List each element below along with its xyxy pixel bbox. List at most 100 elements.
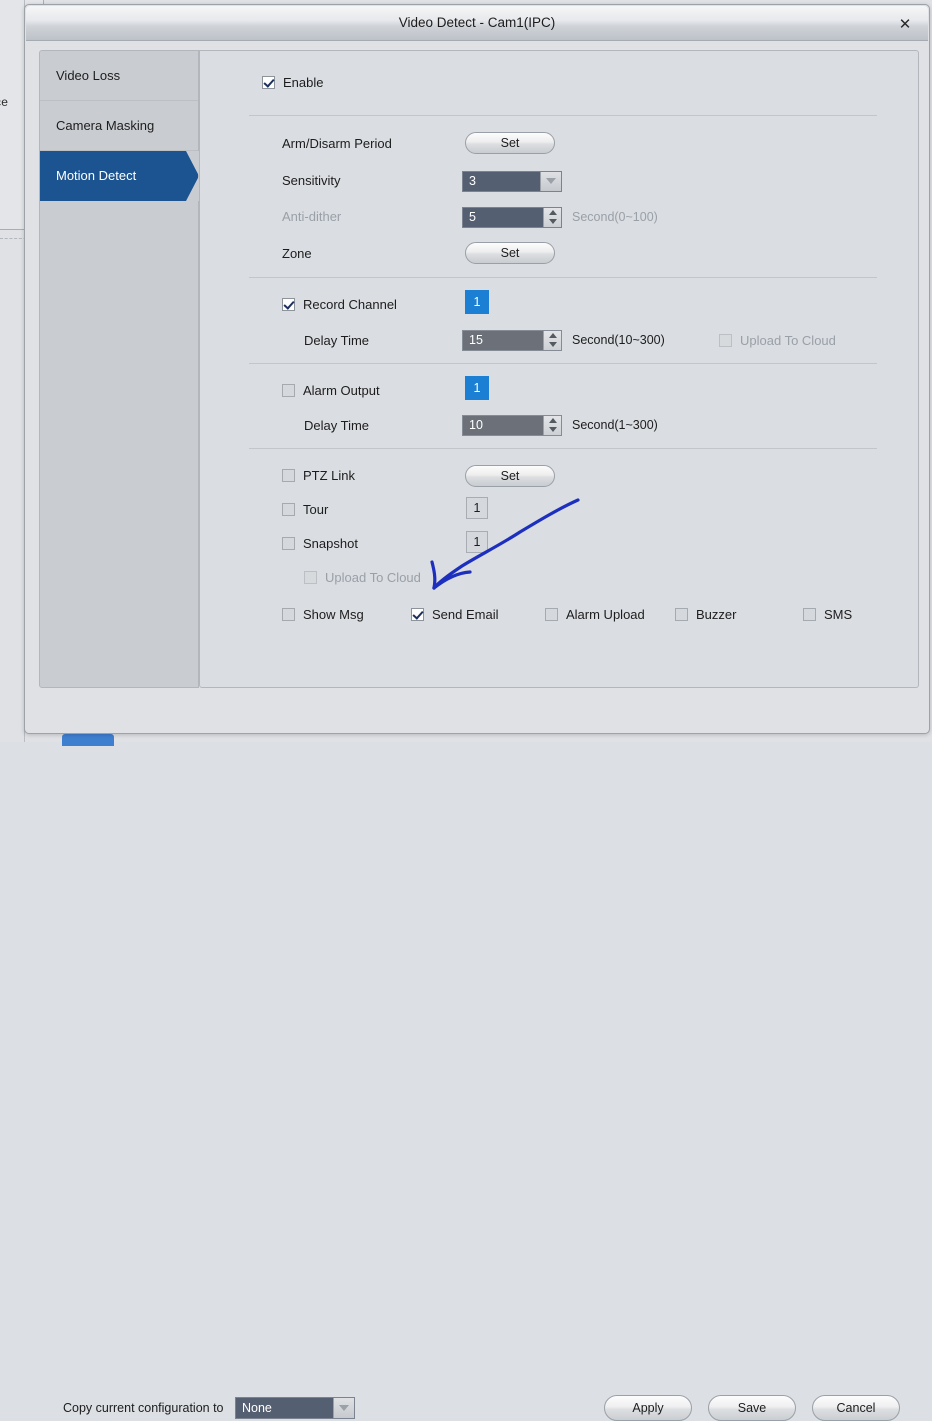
sensitivity-select-wrap: 3 (462, 166, 562, 196)
alarm-delay-stepper[interactable]: 10 (462, 414, 562, 436)
anti-dither-label-wrap: Anti-dither (282, 201, 341, 231)
sensitivity-label: Sensitivity (282, 172, 341, 188)
sidebar-item-camera-masking[interactable]: Camera Masking (40, 101, 198, 151)
record-delay-spinner-buttons[interactable] (543, 330, 561, 350)
buzzer-checkbox[interactable] (675, 607, 688, 621)
dialog-body: Video Loss Camera Masking Motion Detect … (26, 40, 928, 1421)
alarm-delay-value: 10 (469, 418, 483, 432)
buzzer-label[interactable]: Buzzer (696, 607, 736, 622)
divider-3 (249, 363, 877, 364)
upload-to-cloud-label[interactable]: Upload To Cloud (325, 570, 421, 585)
alarm-delay-label: Delay Time (304, 417, 370, 433)
save-button[interactable]: Save (708, 1395, 796, 1421)
record-upload-cloud-checkbox[interactable] (719, 333, 732, 347)
action-show-msg: Show Msg (282, 599, 364, 629)
zone-set-button[interactable]: Set (465, 242, 555, 264)
spinner-down-icon[interactable] (544, 425, 561, 435)
snapshot-row: Snapshot (282, 528, 358, 558)
ptz-link-label[interactable]: PTZ Link (303, 468, 355, 483)
divider-4 (249, 448, 877, 449)
copy-config-select[interactable]: None (235, 1397, 355, 1419)
spinner-up-icon[interactable] (544, 416, 561, 426)
sms-checkbox[interactable] (803, 607, 816, 621)
alarm-output-number[interactable]: 1 (465, 376, 489, 400)
anti-dither-unit: Second(0~100) (572, 210, 658, 224)
record-channel-label[interactable]: Record Channel (303, 297, 397, 312)
record-upload-cloud-row: Upload To Cloud (719, 325, 836, 355)
background-partial-text: ce (0, 95, 9, 109)
copy-config-value: None (242, 1401, 272, 1415)
content-panel: Enable Arm/Disarm Period Set Sensitivity… (199, 50, 919, 688)
alarm-upload-label[interactable]: Alarm Upload (566, 607, 645, 622)
show-msg-checkbox[interactable] (282, 607, 295, 621)
chevron-down-icon[interactable] (333, 1398, 354, 1418)
divider-1 (249, 115, 877, 116)
cancel-button[interactable]: Cancel (812, 1395, 900, 1421)
record-delay-value: 15 (469, 333, 483, 347)
apply-button[interactable]: Apply (604, 1395, 692, 1421)
sensitivity-value: 3 (469, 174, 476, 188)
record-channel-checkbox[interactable] (282, 297, 295, 311)
alarm-delay-unit: Second(1~300) (572, 418, 658, 432)
tour-value-wrap: 1 (466, 493, 488, 523)
snapshot-number[interactable]: 1 (466, 531, 488, 553)
zone-label-wrap: Zone (282, 238, 312, 268)
sidebar-item-motion-detect[interactable]: Motion Detect (40, 151, 198, 201)
arm-disarm-label: Arm/Disarm Period (282, 135, 392, 151)
snapshot-checkbox[interactable] (282, 536, 295, 550)
ptz-link-button-wrap: Set (465, 461, 555, 491)
copy-config-label: Copy current configuration to (63, 1401, 224, 1415)
alarm-output-row: Alarm Output (282, 375, 380, 405)
alarm-output-badge-wrap: 1 (465, 373, 489, 403)
tour-number[interactable]: 1 (466, 497, 488, 519)
action-buzzer: Buzzer (675, 599, 736, 629)
record-delay-stepper[interactable]: 15 (462, 329, 562, 351)
sensitivity-label-wrap: Sensitivity (282, 165, 341, 195)
spinner-up-icon[interactable] (544, 208, 561, 218)
alarm-delay-spinner-buttons[interactable] (543, 415, 561, 435)
arm-disarm-button-wrap: Set (465, 128, 555, 158)
ptz-link-checkbox[interactable] (282, 468, 295, 482)
spinner-down-icon[interactable] (544, 217, 561, 227)
arm-disarm-set-button[interactable]: Set (465, 132, 555, 154)
record-channel-number[interactable]: 1 (465, 290, 489, 314)
alarm-output-label[interactable]: Alarm Output (303, 383, 380, 398)
dialog-footer: Copy current configuration to None Apply… (26, 700, 928, 1421)
arm-disarm-label-wrap: Arm/Disarm Period (282, 128, 392, 158)
alarm-upload-checkbox[interactable] (545, 607, 558, 621)
sidebar-item-video-loss[interactable]: Video Loss (40, 51, 198, 101)
tour-label[interactable]: Tour (303, 502, 328, 517)
action-alarm-upload: Alarm Upload (545, 599, 645, 629)
action-sms: SMS (803, 599, 852, 629)
sensitivity-select[interactable]: 3 (462, 170, 562, 192)
enable-row: Enable (262, 67, 323, 97)
upload-to-cloud-checkbox[interactable] (304, 570, 317, 584)
enable-label[interactable]: Enable (283, 75, 323, 90)
send-email-label[interactable]: Send Email (432, 607, 498, 622)
upload-to-cloud-row: Upload To Cloud (304, 562, 421, 592)
show-msg-label[interactable]: Show Msg (303, 607, 364, 622)
copy-config-select-wrap: None (235, 1397, 355, 1419)
tour-checkbox[interactable] (282, 502, 295, 516)
ptz-link-set-button[interactable]: Set (465, 465, 555, 487)
spinner-down-icon[interactable] (544, 340, 561, 350)
anti-dither-spinner-buttons[interactable] (543, 207, 561, 227)
record-channel-badge-wrap: 1 (465, 287, 489, 317)
sms-label[interactable]: SMS (824, 607, 852, 622)
anti-dither-stepper[interactable]: 5 (462, 206, 562, 228)
record-upload-cloud-label[interactable]: Upload To Cloud (740, 333, 836, 348)
alarm-delay-label-wrap: Delay Time (304, 410, 369, 440)
record-delay-unit: Second(10~300) (572, 333, 665, 347)
close-icon[interactable]: ✕ (894, 14, 916, 34)
spinner-up-icon[interactable] (544, 331, 561, 341)
record-channel-row: Record Channel (282, 289, 397, 319)
snapshot-label[interactable]: Snapshot (303, 536, 358, 551)
snapshot-value-wrap: 1 (466, 527, 488, 557)
alarm-output-checkbox[interactable] (282, 383, 295, 397)
chevron-down-icon[interactable] (540, 171, 561, 191)
record-delay-label-wrap: Delay Time (304, 325, 369, 355)
enable-checkbox[interactable] (262, 75, 275, 89)
send-email-checkbox[interactable] (411, 607, 424, 621)
dialog-titlebar: Video Detect - Cam1(IPC) ✕ (26, 6, 928, 41)
record-delay-field-wrap: 15 Second(10~300) (462, 325, 665, 355)
